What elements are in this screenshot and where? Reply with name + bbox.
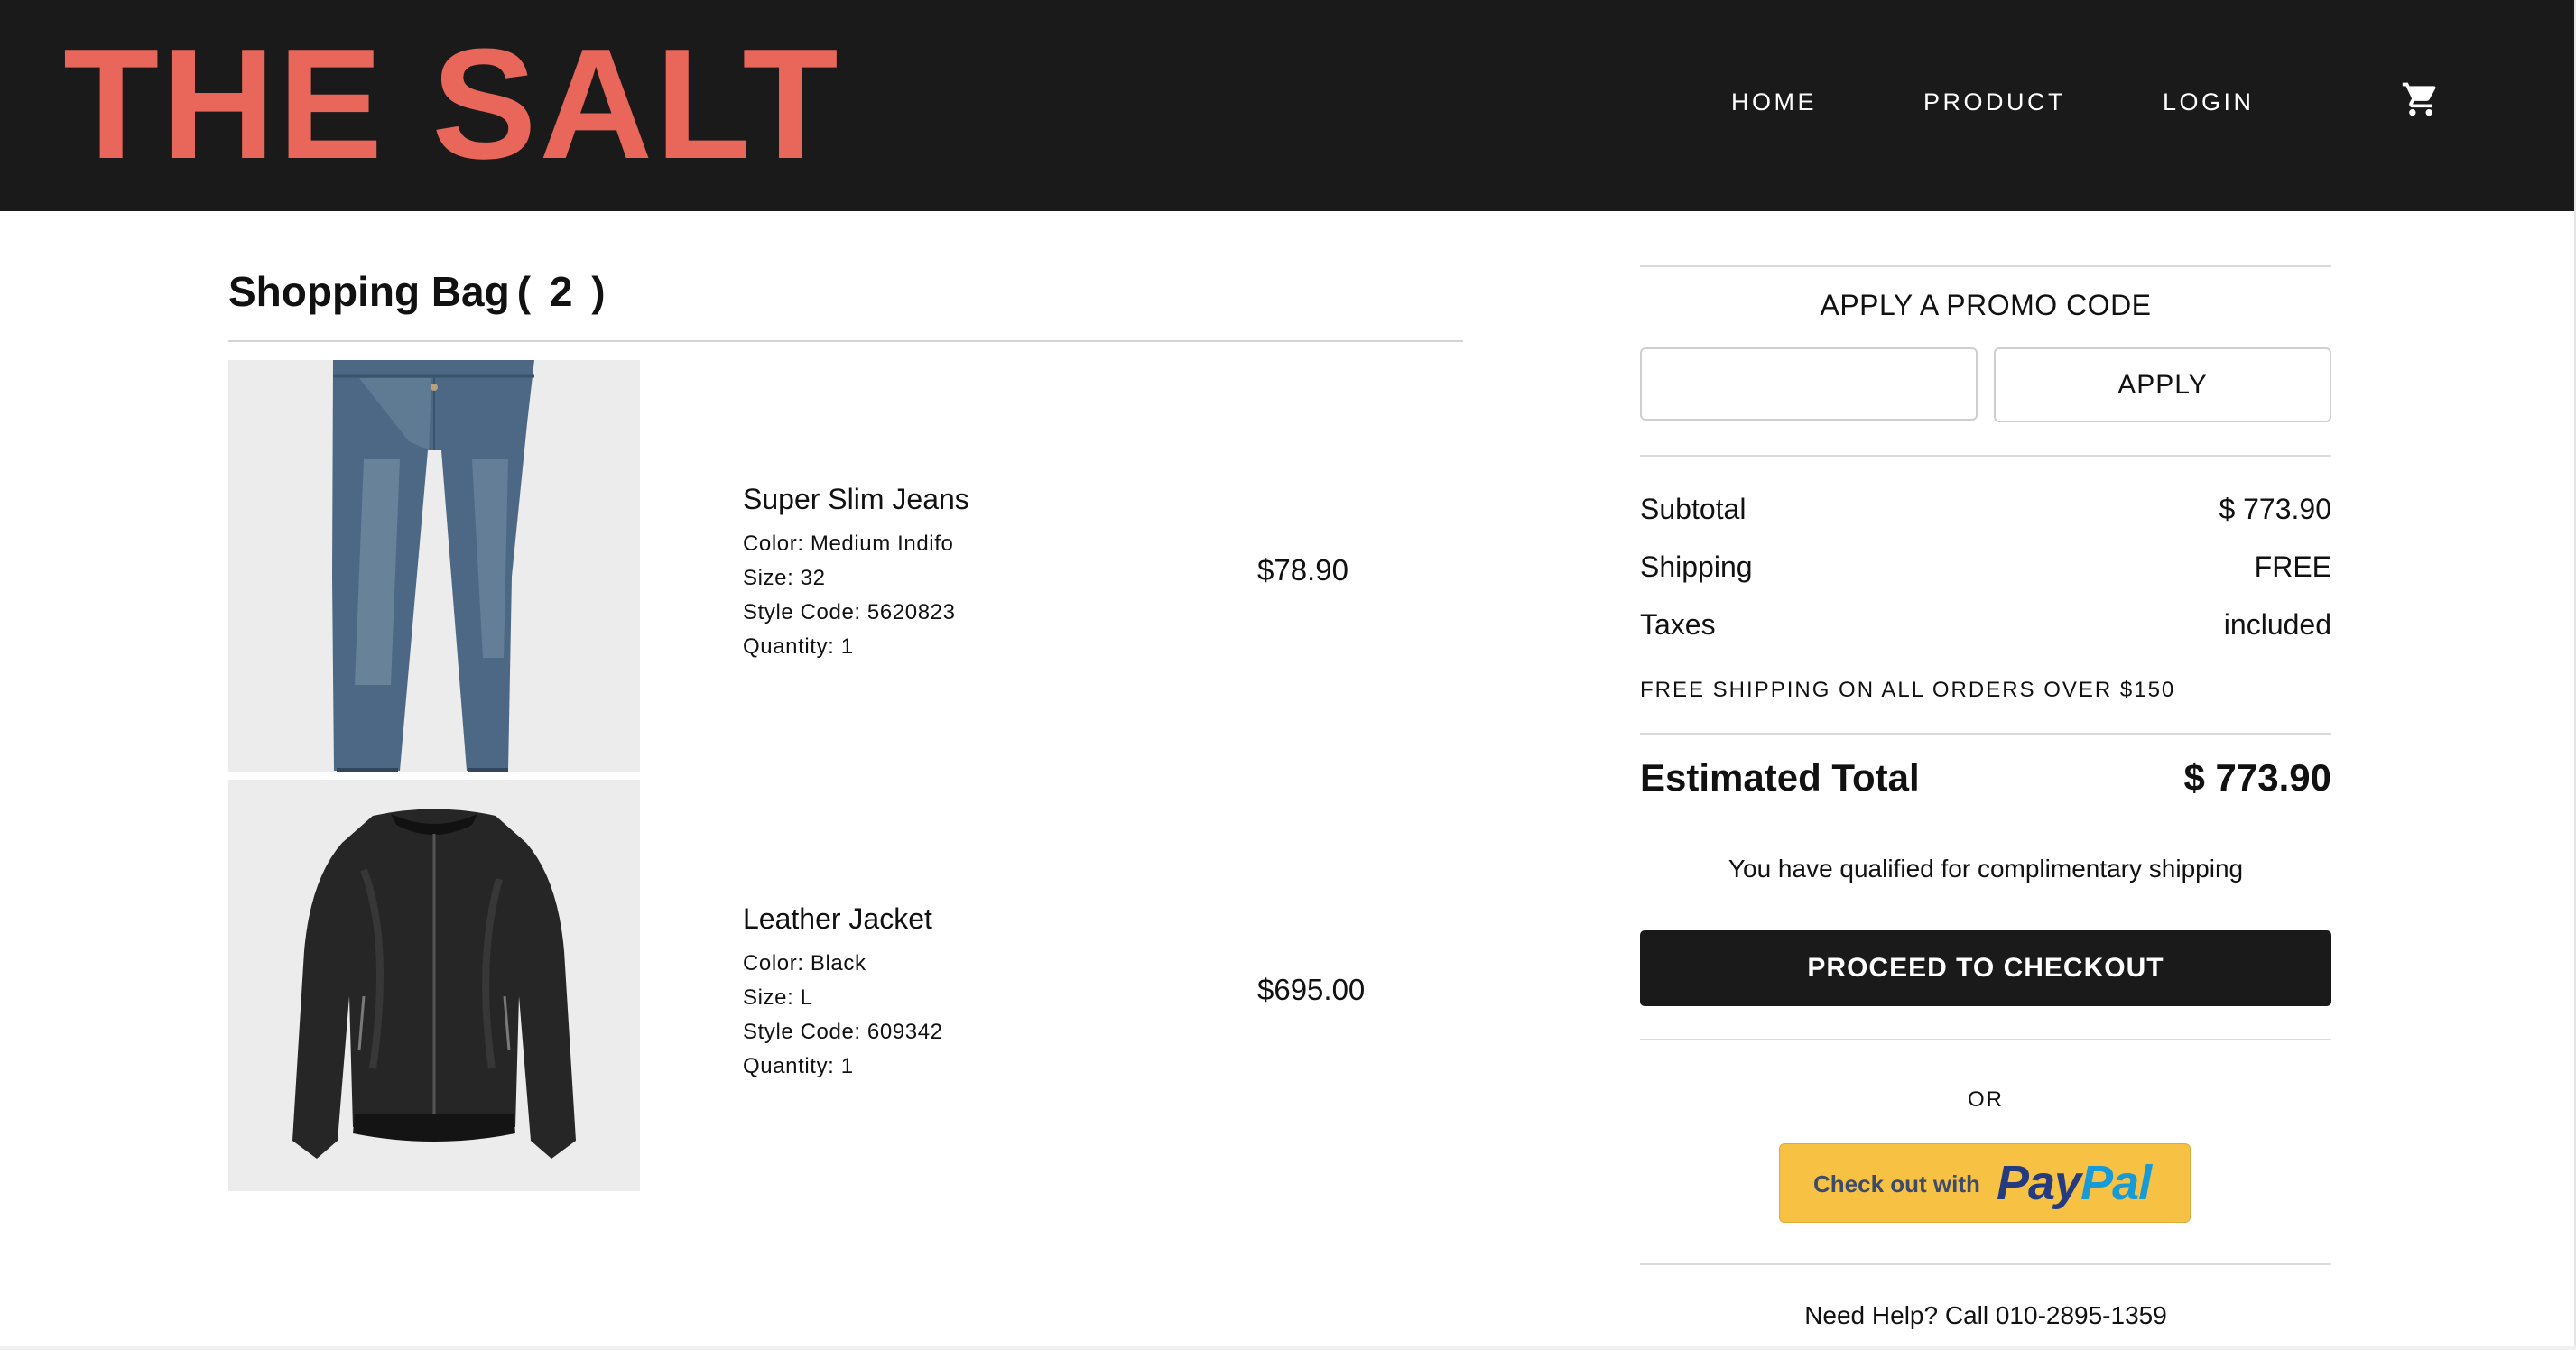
- summary-divider: [1640, 455, 2331, 457]
- shopping-cart-icon[interactable]: [2401, 79, 2441, 119]
- product-style-code: Style Code: 609342: [743, 1020, 943, 1044]
- product-size: Size: L: [743, 985, 813, 1010]
- promo-code-input[interactable]: [1640, 347, 1978, 421]
- or-separator: OR: [1968, 1087, 2004, 1112]
- nav-link-home[interactable]: HOME: [1731, 88, 1817, 116]
- brand-logo[interactable]: THE SALT: [63, 25, 841, 182]
- summary-divider: [1640, 265, 2331, 267]
- bag-divider: [228, 340, 1463, 342]
- nav-link-login[interactable]: LOGIN: [2163, 88, 2255, 116]
- promo-code-title: APPLY A PROMO CODE: [1820, 289, 2152, 321]
- product-style-code: Style Code: 5620823: [743, 600, 956, 624]
- paypal-check-text: Check out with: [1813, 1170, 1980, 1197]
- paypal-checkout-button[interactable]: Check out with PayPal: [1779, 1143, 2191, 1223]
- proceed-to-checkout-button[interactable]: PROCEED TO CHECKOUT: [1640, 930, 2331, 1006]
- shopping-bag-title: Shopping Bag( 2 ): [228, 267, 609, 316]
- product-name[interactable]: Leather Jacket: [743, 902, 943, 936]
- bag-item-count: ( 2 ): [516, 268, 609, 315]
- top-navbar: THE SALT HOME PRODUCT LOGIN: [0, 0, 2576, 211]
- shipping-label: Shipping: [1640, 550, 1753, 583]
- apply-promo-button[interactable]: APPLY: [1994, 347, 2331, 422]
- summary-divider: [1640, 1039, 2331, 1040]
- product-image-jeans[interactable]: [228, 360, 640, 772]
- product-size: Size: 32: [743, 566, 826, 590]
- free-shipping-note: FREE SHIPPING ON ALL ORDERS OVER $150: [1640, 678, 2176, 702]
- product-price: $695.00: [1257, 973, 1366, 1006]
- taxes-value: included: [2223, 608, 2331, 641]
- summary-divider: [1640, 733, 2331, 735]
- shipping-qualified-message: You have qualified for complimentary shi…: [1728, 855, 2244, 883]
- paypal-logo: PayPal: [1997, 1155, 2152, 1211]
- cart-item-details: Leather Jacket Color: Black Size: L Styl…: [743, 902, 943, 1084]
- product-quantity: Quantity: 1: [743, 634, 854, 659]
- paypal-logo-pal: Pal: [2080, 1156, 2152, 1210]
- subtotal-label: Subtotal: [1640, 493, 1747, 525]
- paypal-logo-pay: Pay: [1997, 1156, 2081, 1210]
- taxes-label: Taxes: [1640, 608, 1716, 641]
- summary-divider: [1640, 1263, 2331, 1265]
- subtotal-value: $ 773.90: [2219, 493, 2331, 525]
- estimated-total-label: Estimated Total: [1640, 756, 1920, 799]
- cart-item-details: Super Slim Jeans Color: Medium Indifo Si…: [743, 483, 969, 664]
- product-color: Color: Medium Indifo: [743, 532, 954, 556]
- product-color: Color: Black: [743, 951, 866, 976]
- bag-title-text: Shopping Bag: [228, 268, 510, 315]
- product-price: $78.90: [1257, 553, 1348, 587]
- shipping-value: FREE: [2254, 550, 2331, 583]
- nav-link-product[interactable]: PRODUCT: [1923, 88, 2066, 116]
- product-image-jacket[interactable]: [228, 780, 640, 1191]
- product-name[interactable]: Super Slim Jeans: [743, 483, 969, 516]
- page-bottom-border: [0, 1346, 2576, 1350]
- estimated-total-value: $ 773.90: [2183, 756, 2332, 799]
- product-quantity: Quantity: 1: [743, 1054, 854, 1078]
- help-contact-text: Need Help? Call 010-2895-1359: [1804, 1301, 2167, 1329]
